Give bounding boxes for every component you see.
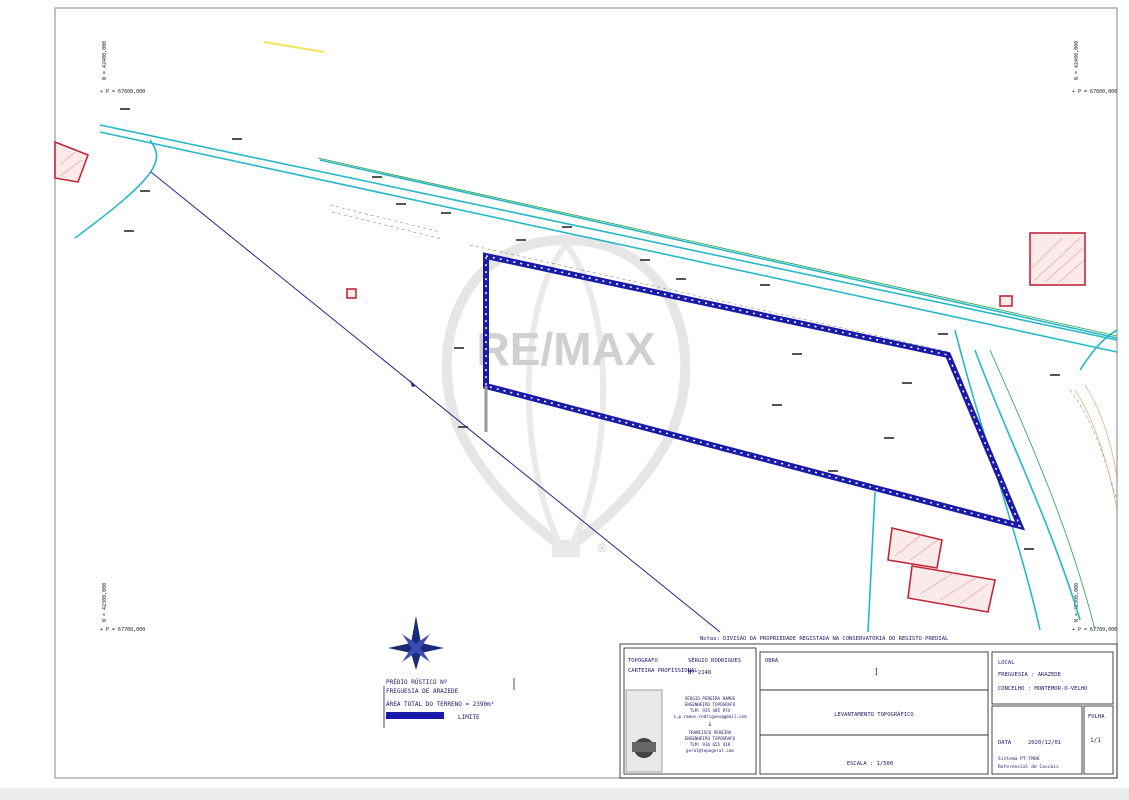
legend-line-4: LIMITE xyxy=(458,714,480,721)
watermark-text: RE/MAX xyxy=(477,323,656,375)
freguesia-label: FREGUESIA : ARAZEDE xyxy=(998,672,1061,678)
topografo-value: SÉRGIO RODRIGUES xyxy=(688,656,741,664)
contact-line-7: ENGENHEIRO TOPÓGRAFO xyxy=(685,736,736,741)
contact-line-6: FRANCISCO PEREIRA xyxy=(689,730,732,735)
coord-top-right-n: N = 42400,000 xyxy=(1074,41,1080,80)
obra-label: OBRA xyxy=(765,658,779,664)
sistema-line-2: Referencial de Cascais xyxy=(998,764,1059,770)
topografo-label: TOPÓGRAFO xyxy=(628,657,658,664)
data-label: DATA xyxy=(998,740,1012,746)
cartao-value: Nº 2148 xyxy=(688,669,711,676)
contact-line-9: geral@topogeral.com xyxy=(686,748,734,753)
watermark-registered-mark: ® xyxy=(598,541,607,555)
legend-line-3: ÁREA TOTAL DO TERRENO = 2390m² xyxy=(386,701,494,708)
local-label: LOCAL xyxy=(998,660,1015,666)
contact-line-8: TLM: 936 655 418 xyxy=(690,742,731,747)
coord-bottom-left-n: N = 42300,000 xyxy=(102,583,108,622)
topographic-plan: RE/MAX ® N = 42400,000 + P = 67600,000 N… xyxy=(54,7,1118,779)
coord-bottom-left-p: + P = 67700,000 xyxy=(100,627,145,633)
legend-line-1: PRÉDIO RÚSTICO Nº xyxy=(386,678,447,686)
sheet-frame xyxy=(54,7,1118,779)
legend-line-2: FREGUESIA DE ARAZEDE xyxy=(386,688,459,695)
concelho-label: CONCELHO : MONTEMOR-O-VELHO xyxy=(998,686,1087,692)
contact-line-3: TLM: 935 485 974 xyxy=(690,708,731,713)
legend-boundary-swatch xyxy=(386,712,444,719)
contact-line-4: s.p.ramos.rodrigues@gmail.com xyxy=(673,714,747,719)
coord-top-left-n: N = 42400,000 xyxy=(102,41,108,80)
obra-value: ] xyxy=(874,667,879,676)
coord-top-left-p: + P = 67600,000 xyxy=(100,89,145,95)
drawing-title: LEVANTAMENTO TOPOGRÁFICO xyxy=(834,711,913,718)
folha-label: FOLHA xyxy=(1088,714,1105,720)
contact-line-1: SÉRGIO PEREIRA RAMOS xyxy=(685,696,736,701)
escala-label: ESCALA : 1/500 xyxy=(847,761,893,767)
caption-top: Notas: DIVISÃO DA PROPRIEDADE REGISTADA … xyxy=(700,635,949,642)
sistema-line-1: Sistema PT-TM06 xyxy=(998,756,1040,762)
data-value: 2020/12/01 xyxy=(1028,740,1061,746)
coord-top-right-p: + P = 67600,000 xyxy=(1072,89,1117,95)
folha-value: 1/1 xyxy=(1090,737,1101,744)
viewer-footer-bar xyxy=(0,788,1129,800)
contact-line-2: ENGENHEIRO TOPÓGRAFO xyxy=(685,702,736,707)
